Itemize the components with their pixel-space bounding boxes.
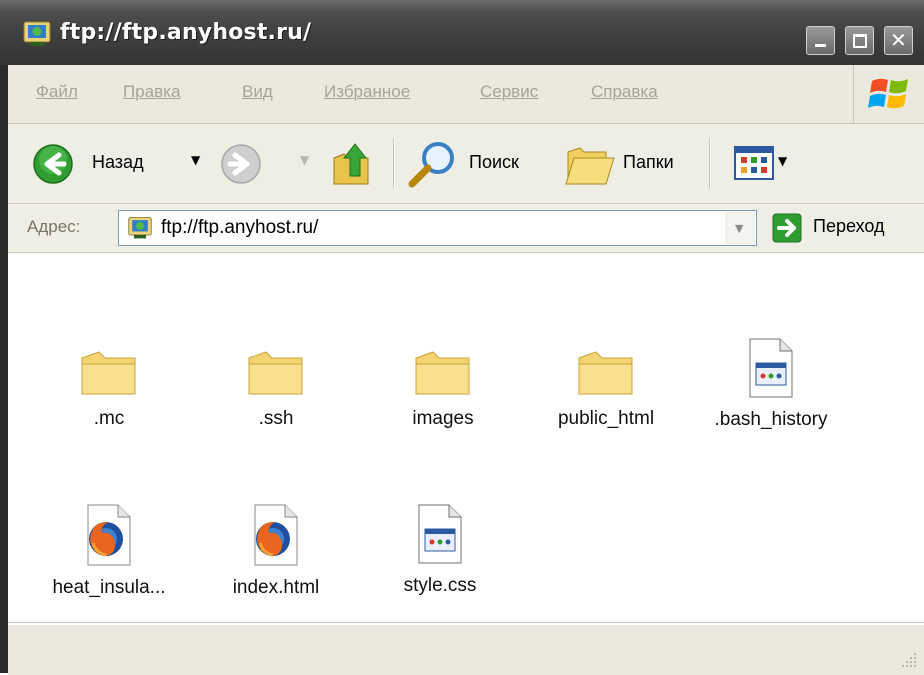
forward-arrow-icon[interactable] — [220, 143, 262, 185]
chevron-down-icon: ▼ — [735, 222, 744, 235]
address-input[interactable]: ftp://ftp.anyhost.ru/ ▼ — [118, 210, 757, 246]
views-dropdown-icon[interactable]: ▼ — [778, 154, 787, 168]
search-label[interactable]: Поиск — [469, 152, 519, 173]
file-item[interactable]: index.html — [201, 503, 351, 599]
menu-file[interactable]: Файл — [36, 82, 78, 102]
folders-icon[interactable] — [562, 138, 618, 188]
folder-icon — [578, 351, 633, 395]
folder-item[interactable]: images — [368, 348, 518, 430]
ftp-folder-icon — [23, 21, 51, 46]
item-name: heat_insula... — [52, 577, 166, 598]
folder-item[interactable]: public_html — [531, 348, 681, 430]
menu-edit[interactable]: Правка — [123, 82, 180, 102]
go-arrow-icon[interactable] — [772, 213, 802, 243]
standard-toolbar: Назад ▼ ▼ Поиск Папки ▼ — [8, 124, 924, 204]
resize-grip-icon[interactable] — [900, 651, 918, 669]
minimize-button[interactable] — [806, 26, 835, 55]
file-item[interactable]: style.css — [365, 503, 515, 597]
firefox-document-icon — [87, 504, 131, 566]
file-item[interactable]: .bash_history — [696, 337, 846, 431]
back-arrow-icon[interactable] — [32, 143, 74, 185]
text-file-icon — [418, 504, 462, 564]
address-dropdown-button[interactable]: ▼ — [725, 212, 755, 244]
menu-favorites[interactable]: Избранное — [324, 82, 410, 102]
folder-icon — [248, 351, 303, 395]
text-file-icon — [749, 338, 793, 398]
window-title: ftp://ftp.anyhost.ru/ — [60, 20, 312, 45]
windows-logo-icon — [868, 78, 908, 109]
folders-label[interactable]: Папки — [623, 152, 674, 173]
back-label[interactable]: Назад — [92, 152, 144, 173]
title-bar[interactable]: ftp://ftp.anyhost.ru/ ✕ — [0, 0, 924, 65]
status-bar — [8, 623, 924, 675]
maximize-button[interactable] — [845, 26, 874, 55]
toolbar-separator — [709, 138, 711, 188]
address-bar: Адрес: ftp://ftp.anyhost.ru/ ▼ Переход — [8, 204, 924, 253]
menu-help[interactable]: Справка — [591, 82, 658, 102]
maximize-icon — [853, 34, 867, 48]
menu-view[interactable]: Вид — [242, 82, 273, 102]
firefox-document-icon — [254, 504, 298, 566]
address-value[interactable]: ftp://ftp.anyhost.ru/ — [161, 217, 318, 239]
go-button[interactable]: Переход — [813, 216, 885, 237]
window-client: Файл Правка Вид Избранное Сервис Справка… — [8, 65, 924, 675]
folder-item[interactable]: .mc — [34, 348, 184, 430]
menu-tools[interactable]: Сервис — [480, 82, 538, 102]
menu-bar: Файл Правка Вид Избранное Сервис Справка — [8, 65, 924, 124]
forward-dropdown-icon[interactable]: ▼ — [300, 153, 309, 167]
address-label: Адрес: — [27, 217, 81, 236]
ftp-folder-icon — [128, 217, 152, 239]
item-name: public_html — [557, 408, 655, 429]
close-button[interactable]: ✕ — [884, 26, 913, 55]
folder-item[interactable]: .ssh — [201, 348, 351, 430]
item-name: .ssh — [258, 408, 294, 429]
views-icon[interactable] — [734, 146, 774, 180]
menu-divider — [853, 65, 854, 123]
close-icon: ✕ — [890, 28, 907, 52]
search-icon[interactable] — [404, 138, 460, 190]
folder-icon — [81, 351, 136, 395]
item-name: style.css — [403, 575, 477, 596]
item-name: images — [412, 408, 474, 429]
folder-icon — [415, 351, 470, 395]
minimize-icon — [815, 44, 826, 47]
file-list: .mc .ssh images public_html .bash_histor… — [8, 253, 924, 623]
back-dropdown-icon[interactable]: ▼ — [191, 153, 200, 167]
item-name: .mc — [93, 408, 125, 429]
toolbar-separator — [393, 138, 395, 188]
item-name: index.html — [232, 577, 320, 598]
file-item[interactable]: heat_insula... — [34, 503, 184, 599]
item-name: .bash_history — [714, 409, 828, 430]
up-folder-icon[interactable] — [330, 136, 376, 188]
explorer-window: ftp://ftp.anyhost.ru/ ✕ Файл Правка Вид … — [0, 0, 924, 675]
